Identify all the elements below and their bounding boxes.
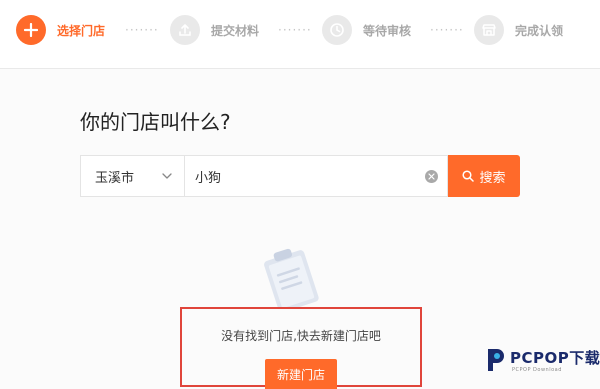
step-label-select-store: 选择门店 [57, 23, 106, 38]
watermark-logo: PCPOP下载 PCPOP Download [484, 343, 600, 379]
chevron-down-icon [162, 173, 172, 179]
store-name-input-wrapper [184, 155, 448, 197]
step-label-submit-materials: 提交材料 [211, 23, 260, 38]
upload-icon [170, 15, 200, 45]
pcpop-logo-icon [488, 349, 504, 371]
step-complete-claim: 完成认领 [474, 15, 563, 45]
store-search-bar: 玉溪市 搜索 [80, 155, 520, 197]
step-label-complete-claim: 完成认领 [515, 23, 564, 38]
search-icon [462, 170, 475, 182]
city-select[interactable]: 玉溪市 [80, 155, 184, 197]
step-separator: ······· [278, 23, 312, 37]
step-submit-materials: 提交材料 [170, 15, 259, 45]
empty-result-message: 没有找到门店,快去新建门店吧 [221, 329, 381, 343]
clock-icon [322, 15, 352, 45]
watermark-tagline: PCPOP Download [512, 367, 562, 373]
city-select-value: 玉溪市 [95, 170, 135, 186]
store-icon [474, 15, 504, 45]
clear-input-icon[interactable] [425, 170, 438, 183]
search-button-label: 搜索 [479, 170, 506, 186]
step-separator: ······· [125, 23, 159, 37]
step-await-review: 等待审核 [322, 15, 411, 45]
new-store-button[interactable]: 新建门店 [265, 359, 337, 389]
watermark-brand: PCPOP下载 [510, 349, 600, 367]
empty-result-panel: 没有找到门店,快去新建门店吧 新建门店 [180, 307, 422, 389]
search-button[interactable]: 搜索 [448, 155, 520, 197]
plus-icon [16, 15, 46, 45]
store-name-input[interactable] [193, 167, 417, 185]
step-label-await-review: 等待审核 [363, 23, 412, 38]
step-progress-bar: 选择门店 ······· 提交材料 ······· 等待审核 ······· 完… [0, 0, 600, 69]
step-separator: ······· [430, 23, 464, 37]
step-select-store: 选择门店 [16, 15, 105, 45]
page-title: 你的门店叫什么? [80, 110, 231, 134]
